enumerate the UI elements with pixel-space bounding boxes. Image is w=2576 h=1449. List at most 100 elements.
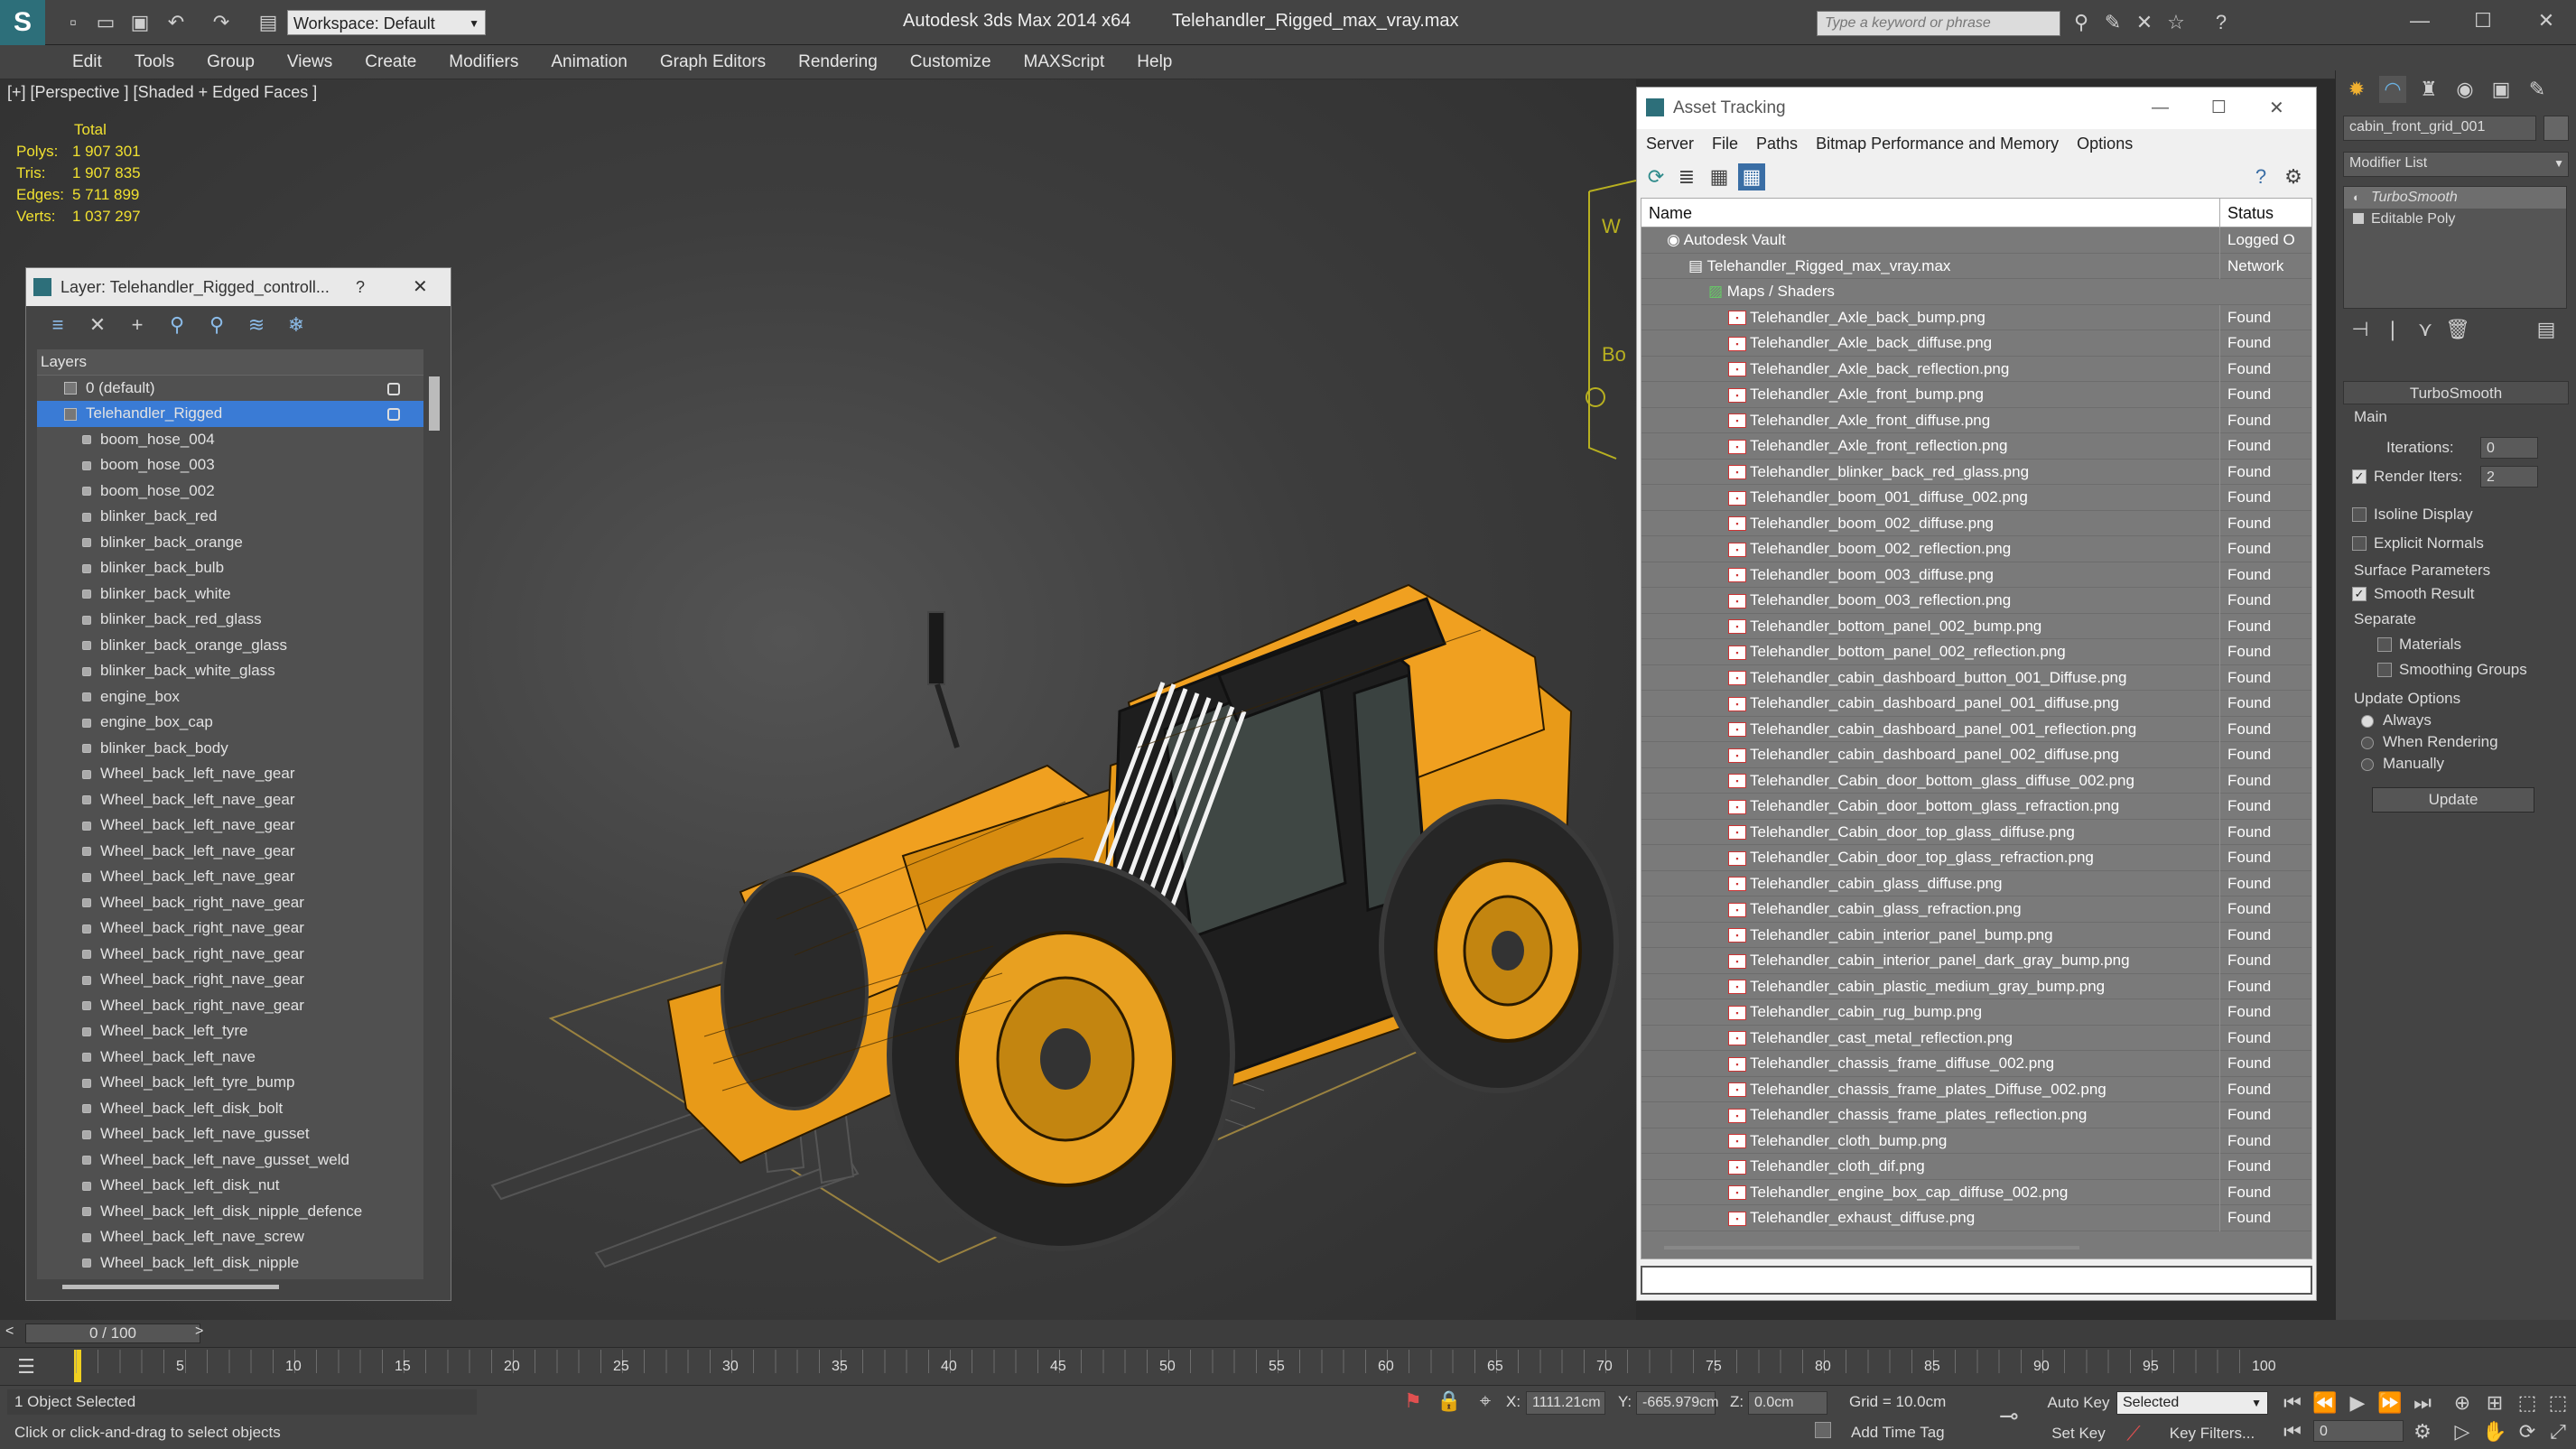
asset-row[interactable]: ◉ Autodesk Vault Logged O bbox=[1641, 228, 2311, 254]
asset-row[interactable]: ▪ Telehandler_cabin_dashboard_button_001_… bbox=[1641, 664, 2311, 691]
asset-menu-file[interactable]: File bbox=[1703, 135, 1747, 153]
motion-tab-icon[interactable]: ◉ bbox=[2451, 76, 2478, 103]
asset-row[interactable]: ▪ Telehandler_boom_003_diffuse.png Found bbox=[1641, 562, 2311, 588]
hierarchy-tab-icon[interactable]: ♜ bbox=[2415, 76, 2442, 103]
help-icon[interactable]: ? bbox=[2247, 163, 2274, 190]
column-header-name[interactable]: Name bbox=[1649, 199, 1692, 228]
save-file-icon[interactable]: ▣ bbox=[126, 9, 153, 36]
asset-row[interactable]: ▪ Telehandler_cabin_dashboard_panel_001_d… bbox=[1641, 691, 2311, 717]
y-coordinate-field[interactable]: -665.979cm bbox=[1636, 1391, 1719, 1415]
undo-icon[interactable]: ↶ bbox=[163, 9, 190, 36]
layer-row[interactable]: Wheel_back_right_nave_gear bbox=[37, 942, 423, 968]
asset-row[interactable]: ▪ Telehandler_cabin_rug_bump.png Found bbox=[1641, 999, 2311, 1026]
minimize-icon[interactable]: — bbox=[2406, 7, 2433, 34]
menu-edit[interactable]: Edit bbox=[56, 45, 118, 79]
menu-animation[interactable]: Animation bbox=[535, 45, 644, 79]
layer-row[interactable]: engine_box_cap bbox=[37, 710, 423, 736]
modifier-list-dropdown[interactable]: Modifier List ▼ bbox=[2343, 152, 2569, 177]
asset-row[interactable]: ▪ Telehandler_boom_002_diffuse.png Found bbox=[1641, 510, 2311, 536]
asset-row[interactable]: ▪ Telehandler_cabin_glass_diffuse.png Foun… bbox=[1641, 870, 2311, 896]
menu-customize[interactable]: Customize bbox=[894, 45, 1008, 79]
asset-row[interactable]: ▪ Telehandler_cloth_bump.png Found bbox=[1641, 1128, 2311, 1154]
asset-status-field[interactable] bbox=[1641, 1266, 2312, 1295]
asset-menu-bitmap-performance[interactable]: Bitmap Performance and Memory bbox=[1807, 135, 2068, 153]
close-icon[interactable]: ✕ bbox=[2533, 7, 2560, 34]
layer-row[interactable]: 0 (default) bbox=[37, 376, 423, 402]
remove-modifier-icon[interactable]: 🗑 bbox=[2444, 316, 2471, 343]
layer-row[interactable]: blinker_back_orange bbox=[37, 530, 423, 556]
layer-row[interactable]: boom_hose_004 bbox=[37, 427, 423, 453]
list-view-icon[interactable]: ≣ bbox=[1673, 163, 1700, 190]
rollout-header[interactable]: TurboSmooth bbox=[2343, 381, 2569, 404]
asset-row[interactable]: ▪ Telehandler_cabin_plastic_medium_gray_b… bbox=[1641, 973, 2311, 999]
asset-row[interactable]: ▪ Telehandler_blinker_back_red_glass.png F… bbox=[1641, 459, 2311, 485]
modifier-stack-item[interactable]: ◐ TurboSmooth bbox=[2344, 187, 2566, 209]
binoculars-icon[interactable]: ⚲ bbox=[2068, 9, 2095, 36]
asset-row[interactable]: ▪ Telehandler_engine_box_cap_diffuse_002.… bbox=[1641, 1179, 2311, 1205]
time-slider-bar[interactable]: < 0 / 100 > bbox=[0, 1320, 2576, 1347]
key-mode-toggle-icon[interactable]: ⏮ bbox=[2279, 1418, 2306, 1445]
update-when-rendering-radio[interactable] bbox=[2361, 737, 2374, 749]
asset-h-scrollbar[interactable] bbox=[1664, 1246, 2079, 1249]
layer-panel-titlebar[interactable]: Layer: Telehandler_Rigged_controll... ? … bbox=[26, 268, 451, 306]
menu-help[interactable]: Help bbox=[1121, 45, 1188, 79]
absolute-mode-icon[interactable]: ⌖ bbox=[1472, 1388, 1499, 1415]
go-to-end-icon[interactable]: ⏭ bbox=[2409, 1389, 2436, 1416]
menu-rendering[interactable]: Rendering bbox=[782, 45, 894, 79]
smoothing-groups-checkbox[interactable] bbox=[2377, 663, 2392, 677]
layer-row[interactable]: blinker_back_white_glass bbox=[37, 658, 423, 684]
asset-row[interactable]: ▪ Telehandler_Cabin_door_bottom_glass_dif… bbox=[1641, 767, 2311, 794]
zoom-icon[interactable]: ⊕ bbox=[2449, 1389, 2476, 1416]
layer-row[interactable]: Wheel_back_left_nave_gusset bbox=[37, 1121, 423, 1147]
set-key-button[interactable]: Set Key bbox=[2042, 1422, 2115, 1445]
update-always-radio[interactable] bbox=[2361, 715, 2374, 728]
layer-row[interactable]: Telehandler_Rigged bbox=[37, 401, 423, 427]
freeze-all-layers-icon[interactable]: ❄ bbox=[283, 311, 310, 339]
exchange-icon[interactable]: ✕ bbox=[2131, 9, 2158, 36]
render-iters-spinner[interactable]: 2 bbox=[2480, 466, 2538, 488]
layer-row[interactable]: Wheel_back_right_nave_gear bbox=[37, 993, 423, 1019]
maximize-icon[interactable]: ☐ bbox=[2469, 7, 2497, 34]
layer-row[interactable]: blinker_back_red bbox=[37, 504, 423, 530]
close-icon[interactable]: ✕ bbox=[2269, 88, 2284, 129]
layer-row[interactable]: blinker_back_white bbox=[37, 581, 423, 608]
redo-icon[interactable]: ↷ bbox=[208, 9, 235, 36]
asset-row[interactable]: ▪ Telehandler_bottom_panel_002_bump.png Fo… bbox=[1641, 613, 2311, 639]
search-input[interactable]: Type a keyword or phrase bbox=[1817, 11, 2060, 36]
field-of-view-icon[interactable]: ▷ bbox=[2449, 1418, 2476, 1445]
layer-row[interactable]: Wheel_back_right_nave_gear bbox=[37, 915, 423, 942]
curve-editor-icon[interactable]: ☰ bbox=[13, 1353, 40, 1380]
z-coordinate-field[interactable]: 0.0cm bbox=[1748, 1391, 1827, 1415]
layer-row[interactable]: Wheel_back_left_disk_nipple bbox=[37, 1250, 423, 1277]
asset-row[interactable]: ▤ Telehandler_Rigged_max_vray.max Network bbox=[1641, 253, 2311, 279]
show-end-result-icon[interactable]: ❘ bbox=[2379, 316, 2406, 343]
zoom-extents-all-icon[interactable]: ⬚ bbox=[2544, 1389, 2571, 1416]
time-prev-icon[interactable]: < bbox=[5, 1324, 14, 1340]
menu-graph-editors[interactable]: Graph Editors bbox=[644, 45, 782, 79]
isoline-display-checkbox[interactable] bbox=[2352, 507, 2367, 522]
layer-scrollbar[interactable] bbox=[429, 376, 440, 431]
smooth-result-checkbox[interactable]: ✓ bbox=[2352, 587, 2367, 601]
project-folder-icon[interactable]: ▤ bbox=[255, 9, 282, 36]
isolate-selection-icon[interactable]: ⚑ bbox=[1400, 1388, 1427, 1415]
layer-row[interactable]: Wheel_back_right_nave_gear bbox=[37, 890, 423, 916]
update-manually-radio[interactable] bbox=[2361, 758, 2374, 771]
set-key-icon[interactable]: ⊸ bbox=[1995, 1402, 2023, 1429]
settings-icon[interactable]: ⚙ bbox=[2280, 163, 2307, 190]
layer-row[interactable]: Wheel_back_left_nave_gear bbox=[37, 864, 423, 890]
thumbnail-view-icon[interactable]: ▦ bbox=[1706, 163, 1733, 190]
next-frame-icon[interactable]: ⏩ bbox=[2376, 1389, 2404, 1416]
menu-create[interactable]: Create bbox=[349, 45, 432, 79]
asset-menu-options[interactable]: Options bbox=[2068, 135, 2142, 153]
layer-row[interactable]: boom_hose_002 bbox=[37, 478, 423, 505]
explicit-normals-checkbox[interactable] bbox=[2352, 536, 2367, 551]
asset-row[interactable]: ▪ Telehandler_chassis_frame_plates_Diffus… bbox=[1641, 1076, 2311, 1102]
layer-row[interactable]: Wheel_back_left_nave bbox=[37, 1045, 423, 1071]
menu-modifiers[interactable]: Modifiers bbox=[432, 45, 535, 79]
time-tag-icon[interactable] bbox=[1815, 1422, 1831, 1438]
pin-stack-icon[interactable]: ⊣ bbox=[2347, 316, 2374, 343]
asset-row[interactable]: ▪ Telehandler_Axle_back_reflection.png Fou… bbox=[1641, 356, 2311, 382]
asset-row[interactable]: ▪ Telehandler_cabin_interior_panel_bump.p… bbox=[1641, 922, 2311, 948]
asset-menu-server[interactable]: Server bbox=[1637, 135, 1703, 153]
layer-row[interactable]: blinker_back_bulb bbox=[37, 555, 423, 581]
